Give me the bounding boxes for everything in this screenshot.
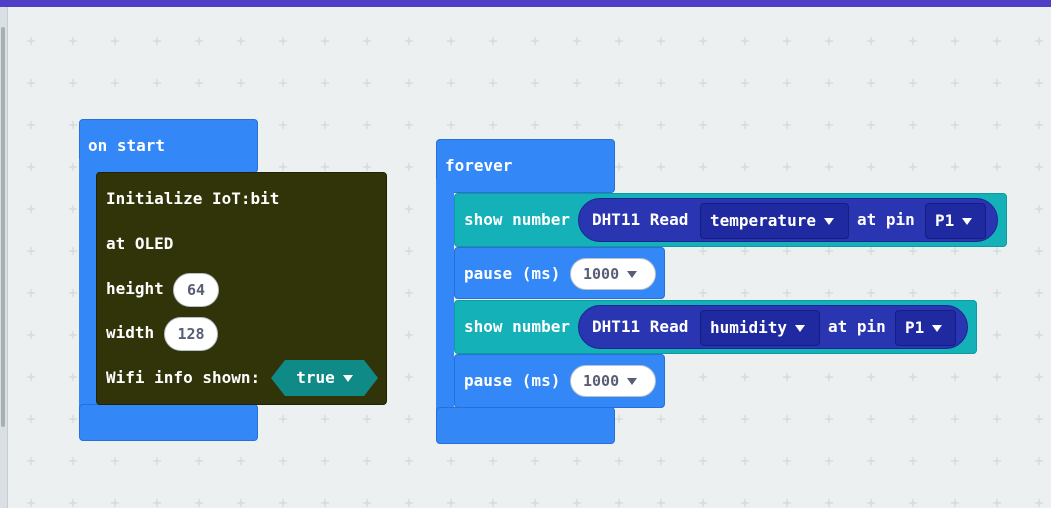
pin-dropdown-1[interactable]: P1 xyxy=(925,203,986,239)
chevron-down-icon xyxy=(627,271,638,278)
pause-block-2[interactable]: pause (ms) 1000 xyxy=(454,354,665,408)
iot-height-input[interactable]: 64 xyxy=(173,273,219,307)
chevron-down-icon xyxy=(343,375,353,382)
iot-at-oled-label: at OLED xyxy=(106,234,174,253)
forever-footer xyxy=(436,407,615,444)
pause-duration-dropdown-2[interactable]: 1000 xyxy=(570,365,656,397)
on-start-arm xyxy=(79,159,97,414)
chevron-down-icon xyxy=(795,325,806,332)
on-start-block[interactable]: on start Initialize IoT:bit at OLED heig… xyxy=(79,119,387,441)
workspace-left-scrollbar[interactable] xyxy=(0,7,8,508)
chevron-down-icon xyxy=(627,378,638,385)
forever-label: forever xyxy=(445,156,513,175)
iot-initialize-block[interactable]: Initialize IoT:bit at OLED height 64 wid… xyxy=(96,172,387,405)
on-start-footer xyxy=(79,404,258,441)
iot-width-label: width xyxy=(106,323,155,342)
pause-value-1: 1000 xyxy=(583,265,620,283)
chevron-down-icon xyxy=(932,325,943,332)
scrollbar-thumb[interactable] xyxy=(1,27,5,427)
iot-wifi-label: Wifi info shown: xyxy=(106,368,261,387)
iot-initialize-title: Initialize IoT:bit xyxy=(106,189,280,208)
wifi-shown-dropdown[interactable]: true xyxy=(271,360,378,396)
pause-block-1[interactable]: pause (ms) 1000 xyxy=(454,247,665,299)
sensor-value-2: humidity xyxy=(710,318,788,337)
iot-height-label: height xyxy=(106,279,164,298)
pause-label-1: pause (ms) xyxy=(464,264,561,283)
chevron-down-icon xyxy=(823,218,834,225)
on-start-label: on start xyxy=(88,136,166,155)
forever-arm xyxy=(436,179,454,419)
at-pin-label-1: at pin xyxy=(857,210,915,229)
iot-width-input[interactable]: 128 xyxy=(164,317,218,351)
pause-duration-dropdown-1[interactable]: 1000 xyxy=(570,258,656,290)
pause-label-2: pause (ms) xyxy=(464,371,561,390)
show-number-label-2: show number xyxy=(464,317,570,336)
pin-dropdown-2[interactable]: P1 xyxy=(895,310,956,346)
sensor-dropdown-2[interactable]: humidity xyxy=(700,310,820,346)
dht11-read-reporter-1[interactable]: DHT11 Read temperature at pin P1 xyxy=(578,198,998,242)
dht11-read-label-1: DHT11 Read xyxy=(592,210,689,229)
sensor-dropdown-1[interactable]: temperature xyxy=(700,203,849,239)
top-accent-bar xyxy=(0,0,1051,7)
show-number-label-1: show number xyxy=(464,210,570,229)
pause-value-2: 1000 xyxy=(583,372,620,390)
wifi-shown-value: true xyxy=(296,368,335,387)
pin-value-2: P1 xyxy=(905,318,925,337)
dht11-read-label-2: DHT11 Read xyxy=(592,317,689,336)
at-pin-label-2: at pin xyxy=(828,317,886,336)
sensor-value-1: temperature xyxy=(710,211,816,230)
dht11-read-reporter-2[interactable]: DHT11 Read humidity at pin P1 xyxy=(578,305,968,349)
pin-value-1: P1 xyxy=(935,211,955,230)
chevron-down-icon xyxy=(962,218,973,225)
